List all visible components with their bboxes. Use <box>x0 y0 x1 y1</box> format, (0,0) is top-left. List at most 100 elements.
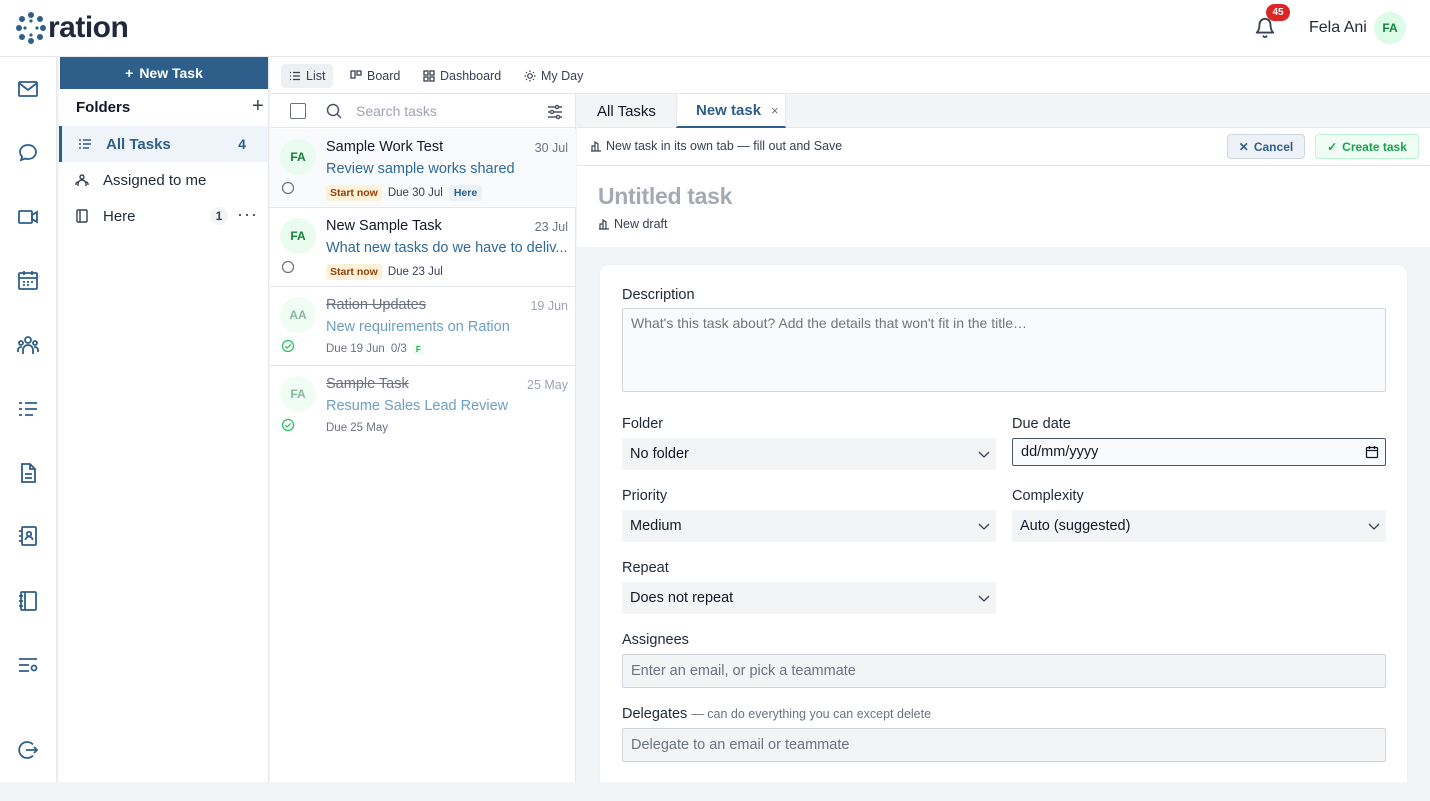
task-title-input[interactable]: Untitled task <box>598 183 732 210</box>
description-field[interactable] <box>622 308 1386 392</box>
complexity-label: Complexity <box>1012 488 1084 504</box>
delegates-input[interactable]: Delegate to an email or teammate <box>622 728 1386 762</box>
assignees-input[interactable]: Enter an email, or pick a teammate <box>622 654 1386 688</box>
contacts-icon[interactable] <box>16 524 40 548</box>
add-folder-button[interactable]: + <box>252 95 264 118</box>
notebook-icon[interactable] <box>16 589 40 613</box>
repeat-value: Does not repeat <box>630 590 734 606</box>
task-subtitle: Resume Sales Lead Review <box>326 398 509 414</box>
draft-icon <box>591 140 601 152</box>
task-form: Description Folder No folder Due date dd… <box>599 264 1408 794</box>
description-label: Description <box>622 287 695 303</box>
folder-item-here[interactable]: Here 1 ··· <box>59 198 268 234</box>
repeat-label: Repeat <box>622 560 669 576</box>
more-options-button[interactable]: ··· <box>237 204 258 225</box>
task-row[interactable]: AA Ration Updates 19 Jun New requirement… <box>270 287 576 366</box>
task-subtitle: What new tasks do we have to deliv... <box>326 240 568 256</box>
cancel-button[interactable]: ✕ Cancel <box>1227 134 1305 159</box>
notification-badge: 45 <box>1266 4 1290 21</box>
new-task-label: New Task <box>139 65 203 81</box>
new-task-button[interactable]: + New Task <box>60 57 268 89</box>
mail-icon[interactable] <box>16 77 40 101</box>
due-date-label: Due date <box>1012 416 1071 432</box>
folder-count: 4 <box>238 136 246 152</box>
status-circle-icon[interactable] <box>281 181 295 195</box>
user-avatar[interactable]: FA <box>1374 12 1406 44</box>
complexity-select[interactable]: Auto (suggested) <box>1012 510 1386 542</box>
tab-label: My Day <box>541 69 584 83</box>
assignee-avatar: FA <box>280 139 316 175</box>
search-input[interactable] <box>350 98 540 124</box>
calendar-icon[interactable] <box>1365 445 1379 459</box>
detail-tabs: All Tasks New task × <box>577 94 1430 128</box>
select-all-checkbox[interactable] <box>290 103 306 119</box>
close-tab-button[interactable]: × <box>771 103 779 118</box>
task-title: Sample Work Test <box>326 139 444 155</box>
document-icon[interactable] <box>16 461 40 485</box>
filter-icon[interactable] <box>547 104 563 120</box>
tab-label: New task <box>696 101 762 119</box>
check-circle-icon[interactable] <box>281 339 295 353</box>
task-row[interactable]: FA Sample Task 25 May Resume Sales Lead … <box>270 366 576 445</box>
title-area: Untitled task New draft <box>577 166 1430 247</box>
tab-new-task[interactable]: New task × <box>676 94 786 128</box>
tasks-icon[interactable] <box>16 397 40 421</box>
chat-icon[interactable] <box>16 141 40 165</box>
settings-list-icon[interactable] <box>16 653 40 677</box>
due-date: Due 23 Jul <box>387 266 443 278</box>
folder-label: Folder <box>622 416 664 432</box>
draft-status: New draft <box>598 217 668 231</box>
plus-icon: + <box>125 65 134 81</box>
task-meta: Due 19 Jun 0/3 F <box>326 343 424 355</box>
due-date-field[interactable]: dd/mm/yyyy <box>1012 438 1386 466</box>
tab-my-day[interactable]: My Day <box>516 64 591 88</box>
folder-item-assigned-to-me[interactable]: Assigned to me <box>59 162 268 198</box>
tab-list[interactable]: List <box>281 64 334 88</box>
due-date: Due 25 May <box>326 422 389 434</box>
folder-label: All Tasks <box>106 136 171 153</box>
calendar-icon[interactable] <box>16 268 40 292</box>
assignee-avatar: FA <box>280 218 316 254</box>
list-icon <box>290 71 300 81</box>
task-row[interactable]: FA Sample Work Test 30 Jul Review sample… <box>270 129 576 208</box>
repeat-select[interactable]: Does not repeat <box>622 582 996 614</box>
task-date: 30 Jul <box>534 141 568 155</box>
folder-select[interactable]: No folder <box>622 438 996 470</box>
task-date: 19 Jun <box>530 299 568 313</box>
draft-icon <box>599 218 609 230</box>
delegates-label: Delegates — can do everything you can ex… <box>622 706 931 722</box>
tab-label: All Tasks <box>597 102 656 120</box>
priority-value: Medium <box>630 518 682 534</box>
create-label: Create task <box>1342 139 1407 154</box>
task-title: Ration Updates <box>326 297 426 313</box>
due-date: Due 30 Jul <box>387 187 443 199</box>
create-task-button[interactable]: ✓ Create task <box>1315 134 1419 159</box>
board-icon <box>350 70 362 79</box>
video-icon[interactable] <box>16 205 40 229</box>
dashboard-icon <box>423 70 435 82</box>
top-bar: ration 45 Fela Ani FA <box>0 0 1430 57</box>
check-circle-icon[interactable] <box>281 418 295 432</box>
hint-text: New task in its own tab — fill out and S… <box>606 139 843 153</box>
logout-icon[interactable] <box>16 738 40 762</box>
status-circle-icon[interactable] <box>281 260 295 274</box>
folder-tag: Here <box>448 185 483 201</box>
tab-all-tasks[interactable]: All Tasks <box>597 94 656 128</box>
delegates-title: Delegates <box>622 706 688 722</box>
people-icon[interactable] <box>16 333 40 357</box>
folder-book-icon <box>76 209 88 223</box>
tab-dashboard[interactable]: Dashboard <box>415 64 509 88</box>
task-row[interactable]: FA New Sample Task 23 Jul What new tasks… <box>270 208 576 287</box>
assignee-avatar: FA <box>280 376 316 412</box>
folder-item-all-tasks[interactable]: All Tasks 4 <box>59 126 268 162</box>
user-name[interactable]: Fela Ani <box>1309 19 1367 37</box>
logo[interactable]: ration <box>16 11 129 45</box>
tab-board[interactable]: Board <box>342 64 408 88</box>
check-icon: ✓ <box>1327 139 1338 154</box>
folder-count: 1 <box>210 207 228 225</box>
folders-title: Folders <box>76 99 131 116</box>
cancel-label: Cancel <box>1253 139 1294 154</box>
priority-select[interactable]: Medium <box>622 510 996 542</box>
assignees-placeholder: Enter an email, or pick a teammate <box>631 663 856 679</box>
list-icon <box>79 139 91 149</box>
